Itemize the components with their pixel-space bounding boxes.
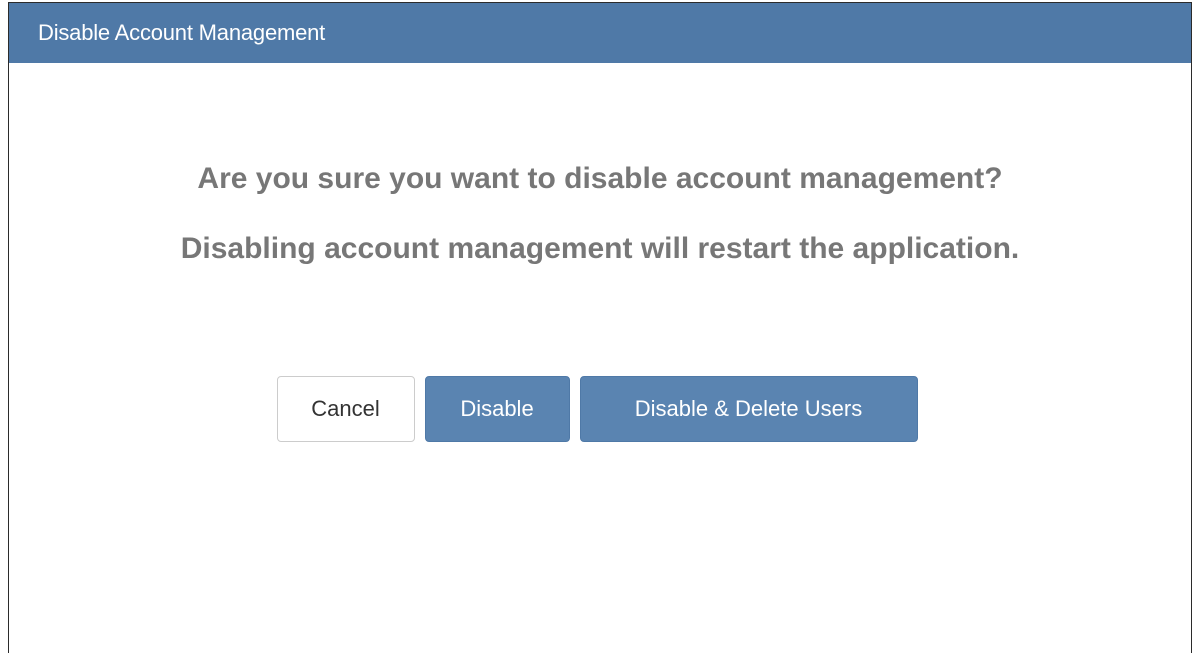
dialog-title: Disable Account Management — [38, 20, 326, 45]
dialog-header: Disable Account Management — [9, 3, 1191, 63]
disable-delete-users-button[interactable]: Disable & Delete Users — [579, 376, 918, 442]
restart-warning-message: Disabling account management will restar… — [180, 232, 1020, 265]
disable-button[interactable]: Disable — [424, 376, 570, 442]
cancel-button[interactable]: Cancel — [276, 376, 415, 442]
dialog-body: Are you sure you want to disable account… — [9, 161, 1191, 267]
dialog-actions: Cancel Disable Disable & Delete Users — [9, 376, 1191, 442]
confirm-message: Are you sure you want to disable account… — [197, 162, 1003, 195]
disable-account-dialog: Disable Account Management Are you sure … — [8, 2, 1192, 653]
